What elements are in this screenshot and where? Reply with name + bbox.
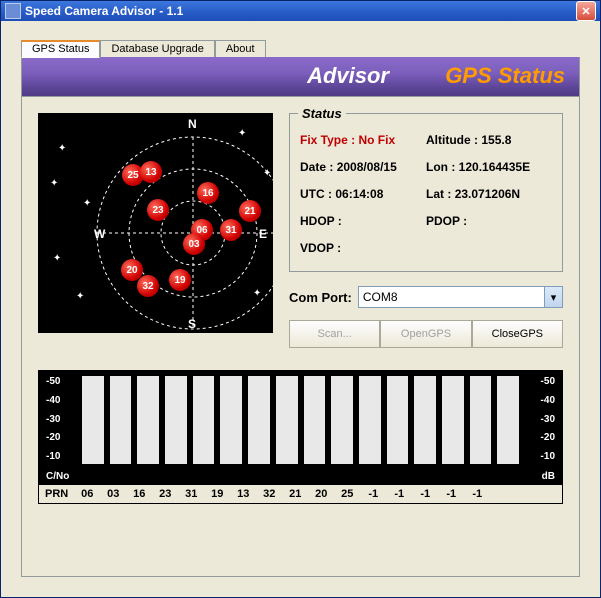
prn-value: -1 [464, 488, 490, 500]
pdop-label: PDOP : [426, 214, 467, 228]
prn-value: -1 [360, 488, 386, 500]
altitude-value: 155.8 [481, 133, 511, 147]
prn-value: 06 [74, 488, 100, 500]
signal-scale-left: -50-40-30-20-10 [46, 376, 76, 462]
utc-value: 06:14:08 [335, 187, 383, 201]
tab-strip: GPS Status Database Upgrade About [21, 39, 580, 57]
prn-label: PRN [45, 488, 68, 500]
app-icon [5, 3, 21, 19]
status-group: Status Fix Type : No Fix Altitude : 155.… [289, 113, 563, 272]
close-gps-button[interactable]: CloseGPS [472, 320, 563, 348]
compass-e: E [259, 227, 267, 241]
com-port-dropdown-button[interactable]: ▾ [545, 286, 563, 308]
com-port-label: Com Port: [289, 290, 352, 305]
prn-value: -1 [438, 488, 464, 500]
signal-bar [276, 376, 298, 464]
signal-bar [387, 376, 409, 464]
com-port-combo[interactable]: ▾ [358, 286, 563, 308]
tab-database-upgrade[interactable]: Database Upgrade [100, 40, 214, 58]
tab-panel: N E S W ✦ ✦ ✦ ✦ ✦ ✦ ✦ ✦ 2513162321063103… [21, 97, 580, 577]
prn-value: 03 [100, 488, 126, 500]
signal-bars [82, 376, 519, 464]
scan-button[interactable]: Scan... [289, 320, 380, 348]
app-window: Speed Camera Advisor - 1.1 ✕ GPS Status … [0, 0, 601, 598]
lat-label: Lat : [426, 187, 451, 201]
banner: Advisor GPS Status [21, 57, 580, 97]
signal-bar [414, 376, 436, 464]
prn-value: 23 [152, 488, 178, 500]
sky-plot: N E S W ✦ ✦ ✦ ✦ ✦ ✦ ✦ ✦ 2513162321063103… [38, 113, 273, 333]
signal-bar [220, 376, 242, 464]
open-gps-button[interactable]: OpenGPS [380, 320, 471, 348]
signal-bar [82, 376, 104, 464]
date-value: 2008/08/15 [337, 160, 397, 174]
vdop-label: VDOP : [300, 241, 341, 255]
tab-about[interactable]: About [215, 40, 266, 58]
satellite-03: 03 [183, 233, 205, 255]
cno-label: C/No [46, 471, 69, 482]
date-label: Date : [300, 160, 333, 174]
satellite-19: 19 [169, 269, 191, 291]
fix-type-label: Fix Type : [300, 133, 355, 147]
prn-value: 20 [308, 488, 334, 500]
lon-value: 120.164435E [459, 160, 530, 174]
close-button[interactable]: ✕ [576, 1, 596, 21]
utc-label: UTC : [300, 187, 332, 201]
signal-bar [110, 376, 132, 464]
window-title: Speed Camera Advisor - 1.1 [25, 4, 183, 18]
prn-value: -1 [412, 488, 438, 500]
prn-value: 21 [282, 488, 308, 500]
hdop-label: HDOP : [300, 214, 342, 228]
prn-value: 19 [204, 488, 230, 500]
signal-scale-right: -50-40-30-20-10 [525, 376, 555, 462]
status-legend: Status [298, 106, 346, 121]
satellite-13: 13 [140, 161, 162, 183]
satellite-32: 32 [137, 275, 159, 297]
prn-row: PRN 0603162331191332212025-1-1-1-1-1 [38, 484, 563, 504]
com-port-input[interactable] [358, 286, 545, 308]
prn-value: 32 [256, 488, 282, 500]
compass-s: S [188, 317, 196, 331]
signal-bar [193, 376, 215, 464]
banner-text-gps-status: GPS Status [445, 63, 565, 89]
satellite-31: 31 [220, 219, 242, 241]
signal-bar [137, 376, 159, 464]
fix-type-value: No Fix [358, 133, 395, 147]
lon-label: Lon : [426, 160, 455, 174]
title-bar: Speed Camera Advisor - 1.1 ✕ [1, 1, 600, 21]
signal-bar [165, 376, 187, 464]
compass-w: W [94, 227, 105, 241]
satellite-21: 21 [239, 200, 261, 222]
signal-bar [248, 376, 270, 464]
lat-value: 23.071206N [455, 187, 520, 201]
satellite-16: 16 [197, 182, 219, 204]
signal-bar [359, 376, 381, 464]
prn-value: -1 [386, 488, 412, 500]
tab-gps-status[interactable]: GPS Status [21, 40, 100, 58]
signal-bar [331, 376, 353, 464]
signal-bar [304, 376, 326, 464]
signal-bar [442, 376, 464, 464]
signal-bar [470, 376, 492, 464]
prn-value: 13 [230, 488, 256, 500]
signal-bar [497, 376, 519, 464]
satellite-23: 23 [147, 199, 169, 221]
prn-value: 25 [334, 488, 360, 500]
compass-n: N [188, 117, 197, 131]
client-area: GPS Status Database Upgrade About Adviso… [1, 21, 600, 597]
banner-text-advisor: Advisor [307, 63, 389, 89]
prn-value: 16 [126, 488, 152, 500]
db-label: dB [542, 471, 555, 482]
signal-panel: -50-40-30-20-10 -50-40-30-20-10 C/No dB [38, 370, 563, 484]
altitude-label: Altitude : [426, 133, 478, 147]
prn-value: 31 [178, 488, 204, 500]
